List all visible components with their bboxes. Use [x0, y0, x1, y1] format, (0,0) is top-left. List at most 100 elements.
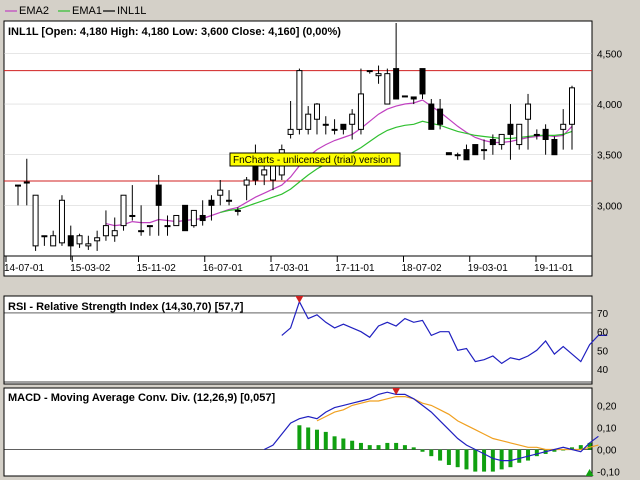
price-y-tick-label: 4,500: [597, 49, 622, 60]
macd-histogram-bar: [446, 449, 451, 465]
macd-histogram-bar: [350, 440, 355, 450]
candle-body: [401, 95, 408, 98]
rsi-y-ticks: 70 60 50 40: [597, 309, 609, 376]
candle-body: [261, 169, 268, 176]
candle-body: [481, 149, 488, 152]
candle-body: [138, 230, 145, 233]
macd-histogram-bar: [464, 449, 469, 470]
price-x-tick-label: 15-11-02: [137, 263, 177, 274]
candle-body: [454, 154, 461, 157]
candle-body: [305, 113, 312, 130]
candle-body: [146, 225, 153, 228]
rsi-panel-title: RSI - Relative Strength Index (14,30,70)…: [8, 301, 244, 313]
macd-histogram-bar: [306, 427, 311, 450]
candle-body: [111, 230, 118, 237]
macd-histogram-bar: [385, 442, 390, 450]
candle-body: [507, 123, 514, 135]
macd-y-tick-label: 0,20: [597, 401, 617, 412]
macd-histogram-bar: [508, 449, 513, 468]
candle-body: [357, 93, 364, 130]
candle-body: [542, 128, 549, 141]
candle-body: [551, 139, 558, 156]
candle-body: [270, 164, 277, 181]
macd-histogram-bar: [358, 442, 363, 450]
candle-body: [331, 128, 338, 131]
price-x-tick-label: 15-03-02: [70, 263, 110, 274]
price-y-tick-label: 4,000: [597, 100, 622, 111]
candle-body: [164, 225, 171, 228]
candle-body: [498, 133, 505, 146]
rsi-y-tick-label: 50: [597, 346, 609, 357]
rsi-y-tick-label: 40: [597, 365, 609, 376]
candle-body: [102, 225, 109, 237]
candle-body: [340, 123, 347, 130]
rsi-y-tick-label: 60: [597, 328, 609, 339]
chart-window: EMA2 EMA1 INL1L 4,500 4,000 3,500 3,000 14-…: [0, 0, 640, 480]
candle-body: [58, 199, 65, 244]
price-x-tick-label: 19-11-01: [534, 263, 574, 274]
candle-body: [32, 194, 39, 247]
candle-body: [375, 73, 382, 77]
macd-histogram-bar: [490, 449, 495, 472]
candle-body: [173, 214, 180, 227]
macd-histogram-bar: [473, 449, 478, 472]
candle-body: [190, 209, 197, 227]
candle-body: [428, 103, 435, 130]
macd-histogram-bar: [394, 442, 399, 450]
candle-body: [67, 235, 74, 247]
candle-body: [155, 184, 162, 206]
candle-body: [322, 123, 329, 126]
candle-body: [41, 235, 48, 238]
price-x-tick-label: 14-07-01: [4, 263, 44, 274]
candle-body: [50, 235, 57, 247]
macd-histogram-bar: [411, 447, 416, 450]
candle-body: [120, 194, 127, 227]
macd-y-tick-label: 0,10: [597, 423, 617, 434]
macd-histogram-bar: [297, 425, 302, 450]
macd-histogram-bar: [534, 449, 539, 457]
candle-body: [226, 199, 233, 202]
price-panel-title: INL1L [Open: 4,180 High: 4,180 Low: 3,60…: [8, 26, 341, 38]
macd-histogram-bar: [314, 429, 319, 450]
macd-histogram-bar: [376, 445, 381, 450]
candle-body: [525, 103, 532, 120]
candle-body: [472, 144, 479, 156]
candle-body: [287, 128, 294, 135]
macd-y-tick-label: 0,00: [597, 446, 617, 457]
candle-body: [313, 103, 320, 120]
price-x-ticks: 14-07-01 15-03-02 15-11-02 16-07-01 17-03-01…: [4, 263, 574, 274]
macd-histogram-bar: [332, 436, 337, 450]
candle-body: [129, 214, 136, 217]
watermark-text: FnCharts - unlicensed (trial) version: [233, 155, 391, 166]
macd-histogram-bar: [438, 449, 443, 461]
macd-histogram-bar: [526, 449, 531, 461]
macd-histogram-bar: [455, 449, 460, 468]
candle-body: [217, 189, 224, 196]
price-y-tick-label: 3,000: [597, 201, 622, 212]
price-panel: [3, 20, 593, 277]
candle-body: [560, 123, 567, 130]
macd-panel-title: MACD - Moving Average Conv. Div. (12,26,…: [8, 392, 275, 404]
candle-body: [182, 204, 189, 232]
candle-body: [516, 123, 523, 146]
macd-histogram-bar: [429, 449, 434, 457]
price-x-tick-label: 17-03-01: [269, 263, 309, 274]
candle-body: [85, 243, 92, 247]
price-x-tick-label: 18-07-02: [402, 263, 442, 274]
macd-histogram-bar: [517, 449, 522, 463]
chart-canvas: 4,500 4,000 3,500 3,000 14-07-01 15-03-02 15-…: [3, 20, 622, 479]
candle-body: [366, 70, 373, 73]
price-x-tick-label: 17-11-01: [335, 263, 375, 274]
candle-body: [349, 113, 356, 125]
macd-histogram-bar: [323, 431, 328, 450]
price-x-tick-label: 19-03-01: [468, 263, 508, 274]
price-y-tick-label: 3,500: [597, 151, 622, 162]
candle-body: [445, 152, 452, 156]
candle-body: [533, 133, 540, 136]
candle-body: [94, 237, 101, 242]
macd-y-ticks: 0,20 0,10 0,00 -0,10: [597, 401, 620, 478]
macd-histogram-bar: [499, 449, 504, 470]
candle-body: [393, 68, 400, 100]
macd-histogram-bar: [402, 445, 407, 450]
macd-histogram-bar: [367, 445, 372, 450]
